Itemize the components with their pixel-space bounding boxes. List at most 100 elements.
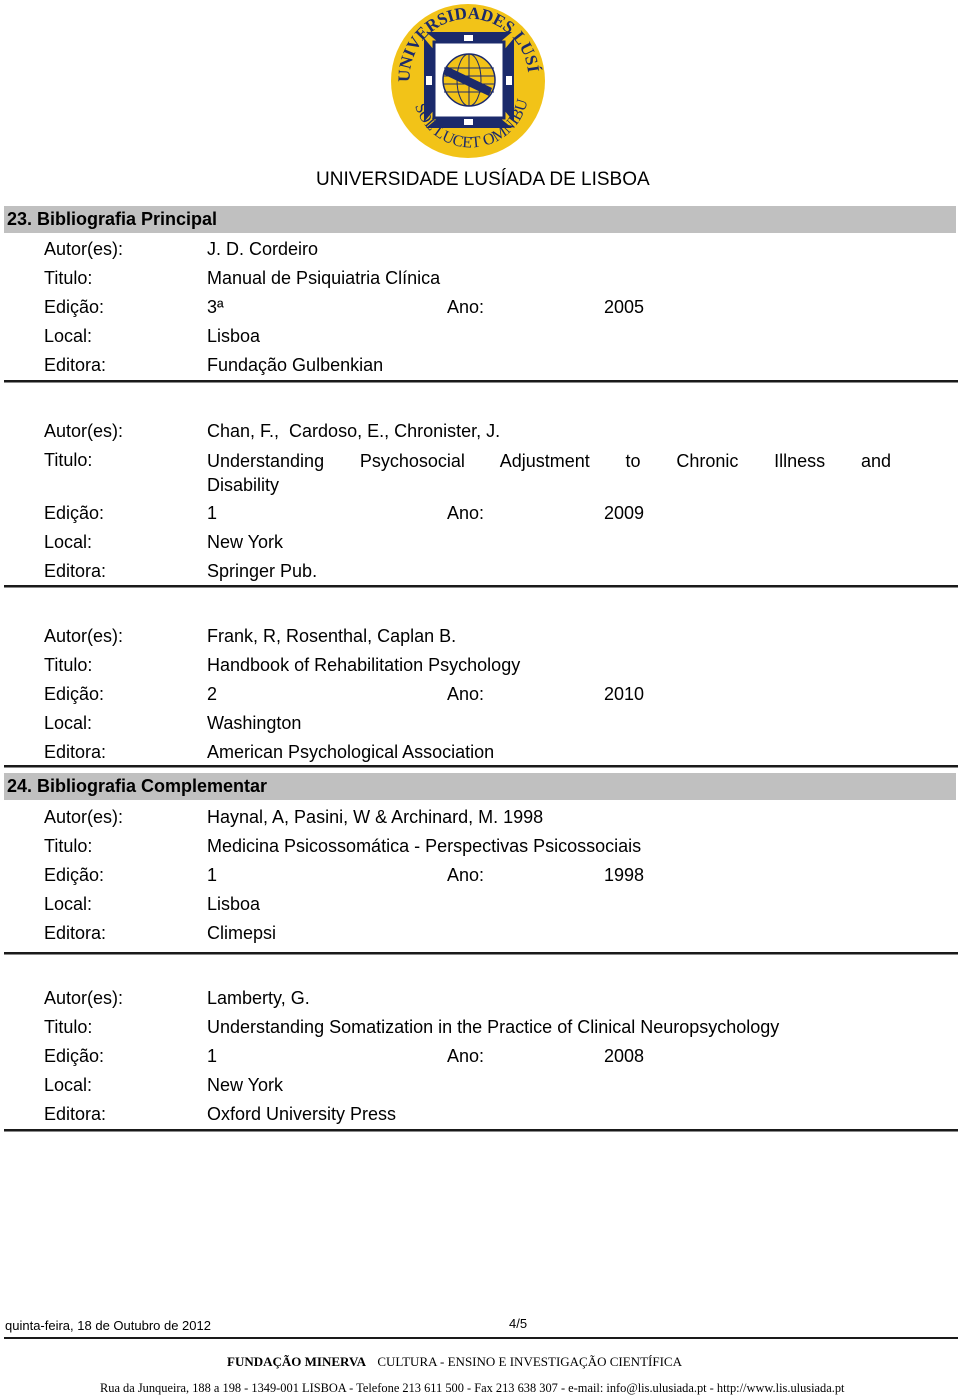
entry-divider	[4, 585, 958, 588]
entry-divider	[4, 952, 958, 955]
edition-label: Edição:	[44, 684, 105, 704]
title-line-1: Understanding Psychosocial Adjustment to…	[207, 451, 891, 471]
entry-authors-row: Autor(es): J. D. Cordeiro	[0, 238, 960, 267]
edition-value: 1	[207, 1046, 218, 1066]
entry-edition-row: Edição: 1 Ano: 1998	[0, 864, 960, 893]
entry-title-row: Titulo: Medicina Psicossomática - Perspe…	[0, 835, 960, 864]
place-label: Local:	[44, 1075, 93, 1095]
entry-divider	[4, 380, 958, 383]
entry-divider	[4, 1129, 958, 1132]
edition-label: Edição:	[44, 865, 105, 885]
year-label: Ano:	[447, 297, 485, 317]
entry-authors-row: Autor(es): Lamberty, G.	[0, 987, 960, 1016]
publisher-value: Fundação Gulbenkian	[207, 355, 384, 375]
entry-place-row: Local: New York	[0, 1074, 960, 1103]
page-number: 4/5	[509, 1316, 528, 1331]
place-value: Lisboa	[207, 894, 261, 914]
year-value: 2010	[604, 684, 645, 704]
title-label: Titulo:	[44, 1017, 93, 1037]
entry-authors-row: Autor(es): Frank, R, Rosenthal, Caplan B…	[0, 625, 960, 654]
entry-title-row: Titulo: Understanding Psychosocial Adjus…	[0, 449, 960, 499]
entry-authors-row: Autor(es): Haynal, A, Pasini, W & Archin…	[0, 806, 960, 835]
foundation-tagline: CULTURA - ENSINO E INVESTIGAÇÃO CIENTÍFI…	[377, 1354, 682, 1369]
year-value: 2005	[604, 297, 645, 317]
authors-label: Autor(es):	[44, 988, 124, 1008]
entry-publisher-row: Editora: Oxford University Press	[0, 1103, 960, 1132]
place-label: Local:	[44, 894, 93, 914]
edition-label: Edição:	[44, 1046, 105, 1066]
year-value: 1998	[604, 865, 645, 885]
title-label: Titulo:	[44, 450, 93, 470]
entry-title-row: Titulo: Handbook of Rehabilitation Psych…	[0, 654, 960, 683]
title-value: Handbook of Rehabilitation Psychology	[207, 655, 521, 675]
place-value: Washington	[207, 713, 302, 733]
year-value: 2008	[604, 1046, 645, 1066]
entry-divider	[4, 765, 958, 768]
footer-date: quinta-feira, 18 de Outubro de 2012	[5, 1318, 211, 1333]
authors-value: Lamberty, G.	[207, 988, 310, 1008]
edition-value: 1	[207, 865, 218, 885]
publisher-label: Editora:	[44, 1104, 107, 1124]
place-label: Local:	[44, 713, 93, 733]
title-value: Understanding Psychosocial Adjustment to…	[207, 449, 891, 497]
entry-publisher-row: Editora: Fundação Gulbenkian	[0, 354, 960, 383]
authors-value: Chan, F., Cardoso, E., Chronister, J.	[207, 421, 501, 441]
entry-edition-row: Edição: 2 Ano: 2010	[0, 683, 960, 712]
entry-authors-row: Autor(es): Chan, F., Cardoso, E., Chroni…	[0, 420, 960, 449]
entry-place-row: Local: Lisboa	[0, 893, 960, 922]
title-label: Titulo:	[44, 268, 93, 288]
authors-label: Autor(es):	[44, 239, 124, 259]
edition-label: Edição:	[44, 503, 105, 523]
authors-label: Autor(es):	[44, 807, 124, 827]
place-label: Local:	[44, 326, 93, 346]
publisher-value: Climepsi	[207, 923, 277, 943]
entry-edition-row: Edição: 3ª Ano: 2005	[0, 296, 960, 325]
entry-edition-row: Edição: 1 Ano: 2009	[0, 502, 960, 531]
publisher-label: Editora:	[44, 742, 107, 762]
entry-publisher-row: Editora: Climepsi	[0, 922, 960, 951]
university-logo: UNIVERSIDADES LUSÍADA SOL LUCET OMNIBUS	[382, 0, 548, 160]
authors-label: Autor(es):	[44, 421, 124, 441]
year-value: 2009	[604, 503, 645, 523]
title-value: Medicina Psicossomática - Perspectivas P…	[207, 836, 642, 856]
title-value: Manual de Psiquiatria Clínica	[207, 268, 441, 288]
section-heading-principal: 23. Bibliografia Principal	[4, 206, 956, 233]
year-label: Ano:	[447, 684, 485, 704]
place-value: New York	[207, 532, 284, 552]
edition-value: 1	[207, 503, 218, 523]
entry-place-row: Local: Lisboa	[0, 325, 960, 354]
foundation-name: FUNDAÇÃO MINERVA	[227, 1354, 367, 1369]
entry-title-row: Titulo: Manual de Psiquiatria Clínica	[0, 267, 960, 296]
year-label: Ano:	[447, 503, 485, 523]
footer-divider	[4, 1337, 958, 1339]
title-value: Understanding Somatization in the Practi…	[207, 1017, 780, 1037]
place-label: Local:	[44, 532, 93, 552]
entry-title-row: Titulo: Understanding Somatization in th…	[0, 1016, 960, 1045]
title-label: Titulo:	[44, 655, 93, 675]
university-seal-icon: UNIVERSIDADES LUSÍADA SOL LUCET OMNIBUS	[382, 0, 545, 158]
title-label: Titulo:	[44, 836, 93, 856]
edition-value: 2	[207, 684, 218, 704]
publisher-label: Editora:	[44, 561, 107, 581]
entry-edition-row: Edição: 1 Ano: 2008	[0, 1045, 960, 1074]
section-heading-complementar: 24. Bibliografia Complementar	[4, 773, 956, 800]
foundation-line: FUNDAÇÃO MINERVA CULTURA - ENSINO E INVE…	[227, 1354, 682, 1370]
edition-value: 3ª	[207, 297, 224, 317]
authors-value: J. D. Cordeiro	[207, 239, 319, 259]
place-value: Lisboa	[207, 326, 261, 346]
place-value: New York	[207, 1075, 284, 1095]
publisher-label: Editora:	[44, 355, 107, 375]
footer-address: Rua da Junqueira, 188 a 198 - 1349-001 L…	[100, 1381, 845, 1395]
edition-label: Edição:	[44, 297, 105, 317]
entry-place-row: Local: Washington	[0, 712, 960, 741]
year-label: Ano:	[447, 865, 485, 885]
entry-place-row: Local: New York	[0, 531, 960, 560]
authors-value: Haynal, A, Pasini, W & Archinard, M. 199…	[207, 807, 544, 827]
publisher-value: Oxford University Press	[207, 1104, 397, 1124]
publisher-value: American Psychological Association	[207, 742, 495, 762]
university-name: UNIVERSIDADE LUSÍADA DE LISBOA	[316, 169, 650, 190]
authors-value: Frank, R, Rosenthal, Caplan B.	[207, 626, 457, 646]
publisher-value: Springer Pub.	[207, 561, 318, 581]
year-label: Ano:	[447, 1046, 485, 1066]
title-line-2: Disability	[207, 475, 280, 495]
